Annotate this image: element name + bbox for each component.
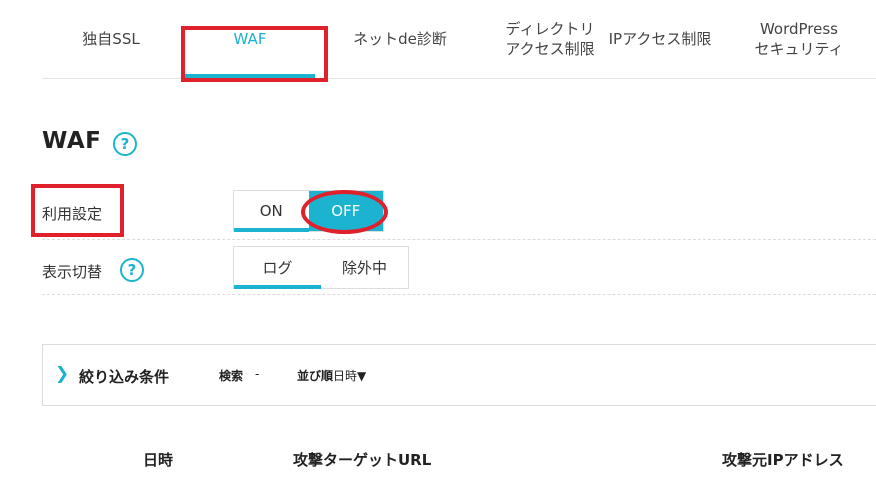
filter-panel: ❯ 絞り込み条件 検索 - 並び順 日時▼	[42, 344, 876, 406]
search-value: -	[255, 367, 260, 381]
display-switch-label: 表示切替	[42, 263, 103, 281]
page-title: WAF	[42, 128, 102, 154]
tab-wordpress-security[interactable]: WordPress セキュリティ	[734, 0, 864, 78]
tab-ip-access-restriction[interactable]: IPアクセス制限	[590, 0, 730, 78]
usage-off-option[interactable]: OFF	[308, 191, 383, 231]
sort-value[interactable]: 日時▼	[333, 367, 366, 384]
tab-bar: 独自SSL WAF ネットde診断 ディレクトリ アクセス制限 IPアクセス制限…	[42, 0, 876, 79]
row-divider	[42, 239, 876, 240]
filter-toggle-title[interactable]: 絞り込み条件	[79, 366, 169, 387]
option-underline	[234, 228, 309, 232]
tab-label: ネットde診断	[353, 30, 447, 48]
tab-dedicated-ssl[interactable]: 独自SSL	[42, 0, 180, 78]
chevron-right-icon[interactable]: ❯	[55, 364, 69, 384]
column-header-source-ip: 攻撃元IPアドレス	[722, 451, 844, 469]
column-header-datetime: 日時	[143, 451, 174, 469]
tab-label: WAF	[233, 30, 267, 48]
on-label: ON	[259, 202, 283, 220]
help-icon[interactable]: ?	[120, 258, 144, 282]
column-header-target-url: 攻撃ターゲットURL	[293, 451, 432, 469]
display-switch-toggle: ログ 除外中	[233, 246, 409, 289]
excluded-label: 除外中	[341, 259, 387, 277]
option-underline	[234, 285, 321, 289]
usage-toggle: ON OFF	[233, 190, 384, 232]
row-divider	[42, 294, 876, 295]
tab-net-de-diagnosis[interactable]: ネットde診断	[325, 0, 475, 78]
usage-setting-label: 利用設定	[42, 205, 103, 223]
log-label: ログ	[262, 259, 293, 277]
tab-label: IPアクセス制限	[608, 30, 712, 48]
tab-label: 独自SSL	[82, 30, 140, 48]
tab-label: WordPress セキュリティ	[754, 20, 844, 58]
active-tab-indicator	[185, 74, 315, 78]
log-option[interactable]: ログ	[234, 247, 321, 289]
search-label: 検索	[219, 369, 244, 383]
sort-label: 並び順	[297, 369, 334, 383]
excluded-option[interactable]: 除外中	[321, 247, 408, 288]
usage-on-option[interactable]: ON	[234, 191, 309, 232]
help-icon[interactable]: ?	[113, 132, 137, 156]
tab-waf[interactable]: WAF	[185, 0, 315, 78]
tab-label: ディレクトリ アクセス制限	[505, 20, 595, 58]
off-label: OFF	[331, 202, 361, 220]
